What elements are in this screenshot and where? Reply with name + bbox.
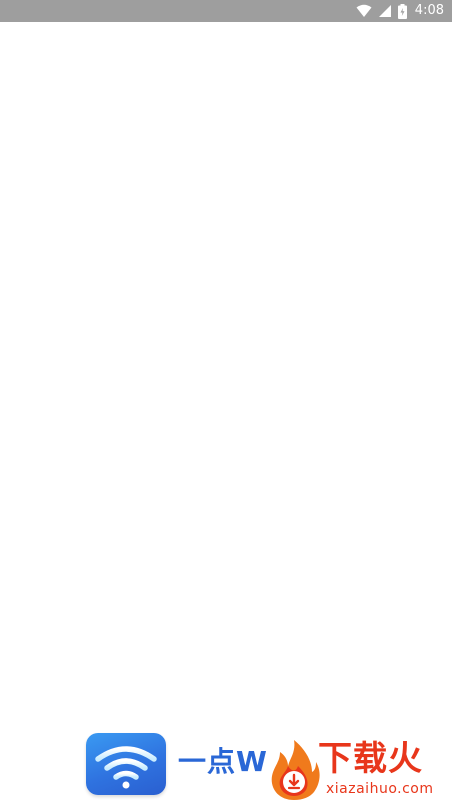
battery-icon <box>397 3 407 19</box>
app-logo <box>86 733 166 795</box>
status-time: 4:08 <box>414 3 444 18</box>
flame-download-icon <box>271 740 320 800</box>
watermark-title: 下载火 <box>318 739 423 779</box>
status-icons: 4:08 <box>356 0 444 22</box>
wifi-icon <box>95 746 157 789</box>
splash-content <box>0 22 452 732</box>
app-name: 一点W <box>178 745 268 778</box>
wifi-icon <box>356 4 372 18</box>
cell-signal-icon <box>378 4 392 18</box>
watermark-url: xiazaihuo.com <box>326 781 434 797</box>
splash-screen: 4:08 一点W 下载火 xiazaihuo.com <box>0 0 452 802</box>
brand-bar: 一点W 下载火 xiazaihuo.com <box>0 730 452 802</box>
status-bar: 4:08 <box>0 0 452 22</box>
watermark-logo: 下载火 xiazaihuo.com <box>266 738 452 802</box>
